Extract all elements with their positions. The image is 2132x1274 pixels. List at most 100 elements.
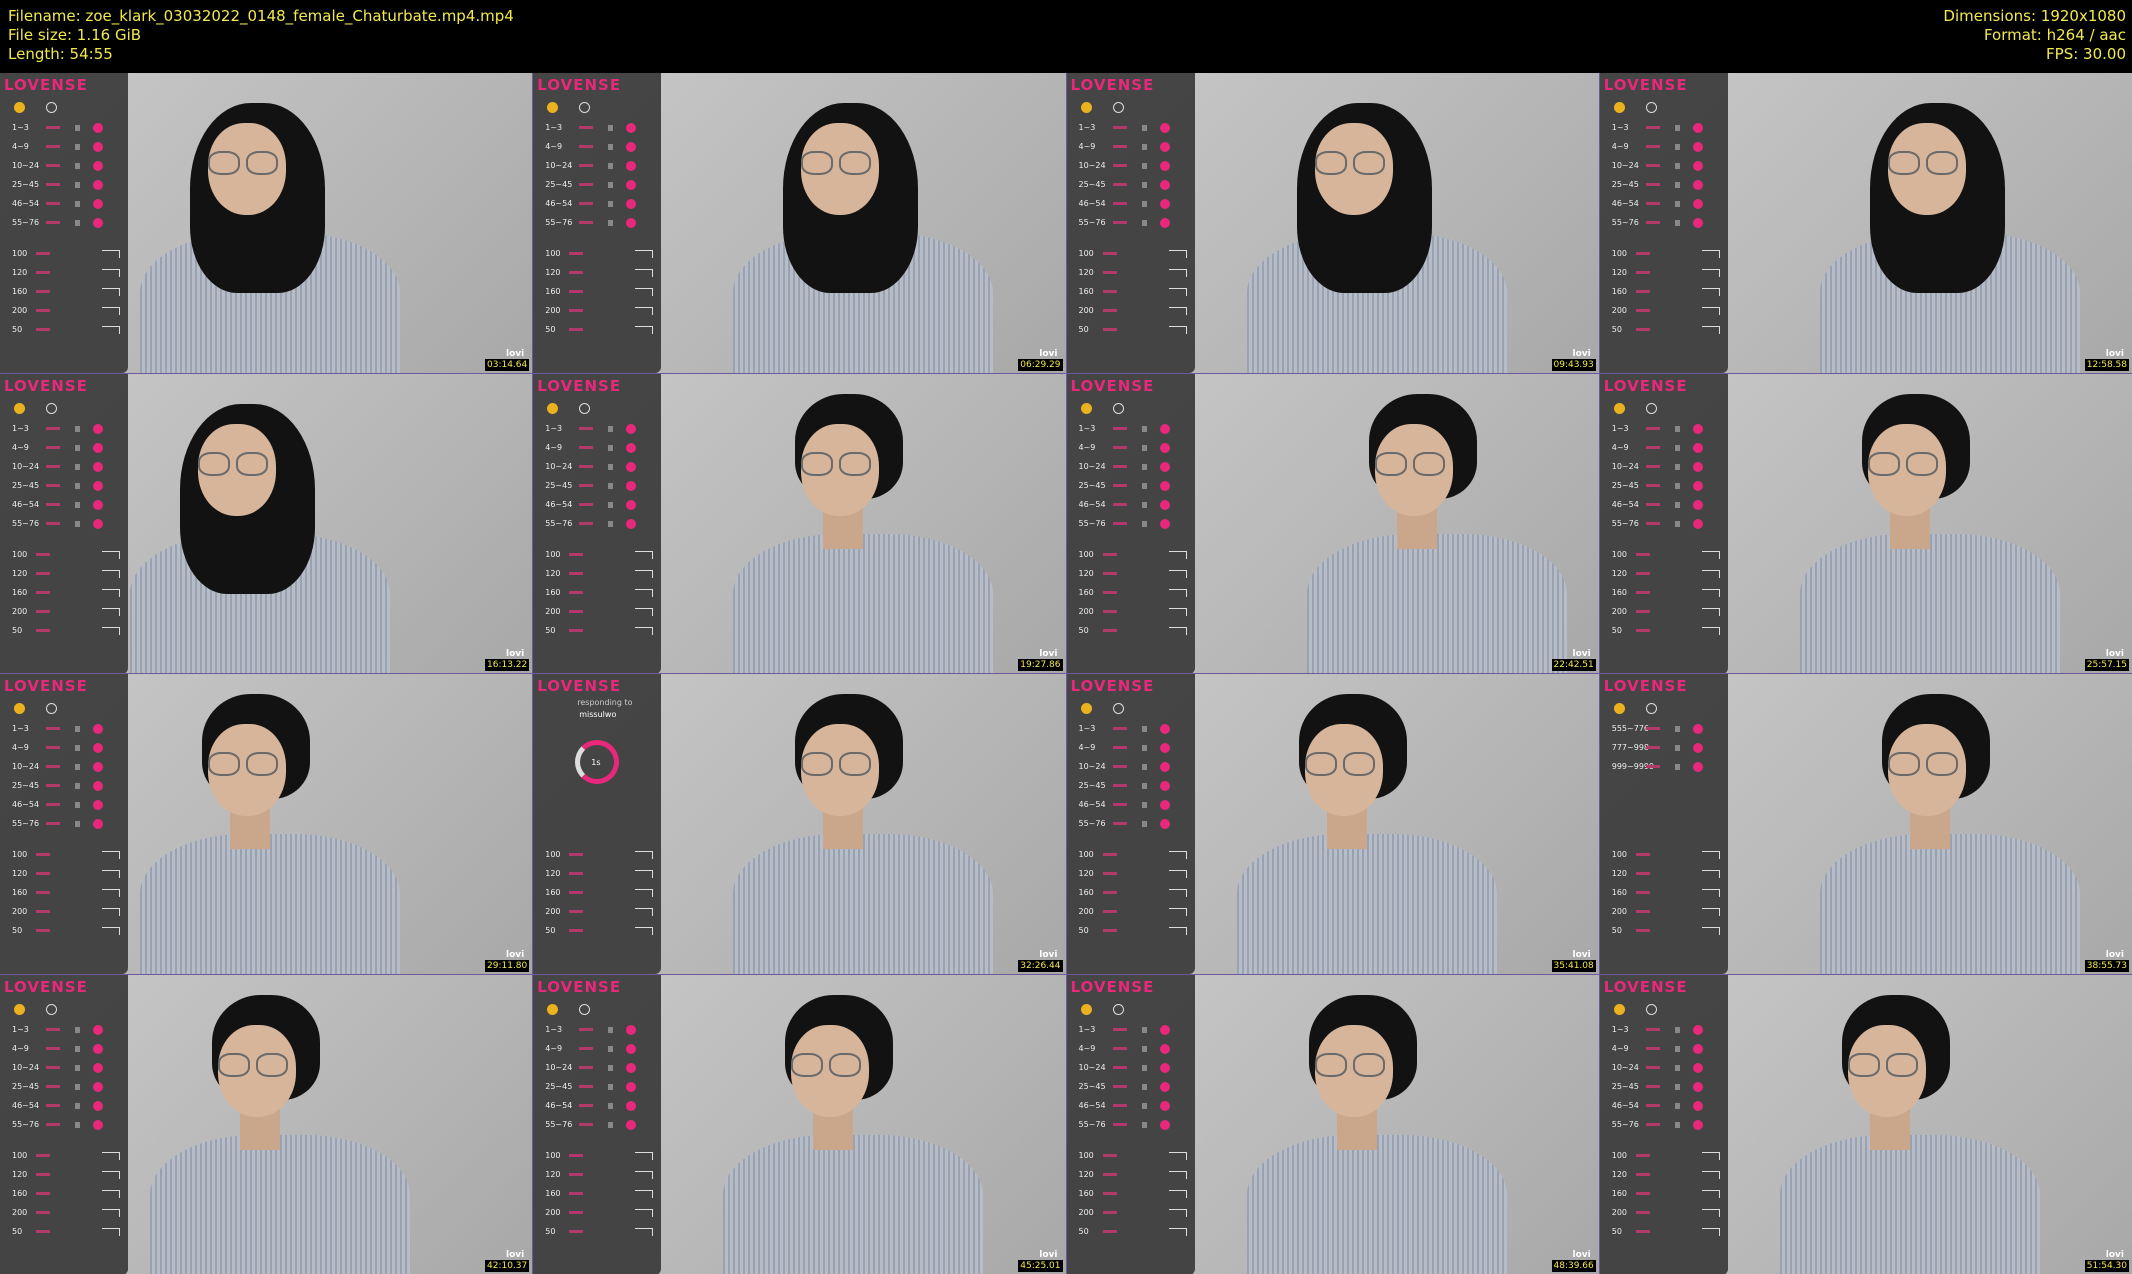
shirt xyxy=(140,834,400,974)
pattern-row: 50 xyxy=(533,323,661,337)
level-value xyxy=(46,765,60,768)
level-value xyxy=(1645,1065,1660,1069)
level-value xyxy=(46,822,60,825)
level-label: 1~3 xyxy=(12,123,29,132)
video-thumbnail[interactable]: LOVENSE 1~3 4~9 10~24 25~45 46~54 55~76 100 120 1… xyxy=(0,674,533,974)
pattern-value xyxy=(36,290,50,293)
pattern-row: 160 xyxy=(1600,285,1728,299)
level-label: 1~3 xyxy=(1078,123,1096,132)
video-thumbnail[interactable]: LOVENSE 1~3 4~9 10~24 25~45 46~54 55~76 100 120 1… xyxy=(1599,73,2132,373)
pattern-wave-icon xyxy=(102,550,120,559)
pattern-wave-icon xyxy=(102,626,120,635)
pattern-value xyxy=(36,252,50,255)
level-row: 1~3 xyxy=(1067,422,1195,436)
level-label: 25~45 xyxy=(545,1081,573,1091)
video-thumbnail[interactable]: LOVENSE 1~3 4~9 10~24 25~45 46~54 55~76 100 120 1… xyxy=(1066,73,1599,373)
video-thumbnail[interactable]: LOVENSE 1~3 4~9 10~24 25~45 46~54 55~76 100 120 1… xyxy=(1066,974,1599,1274)
level-label: 1~3 xyxy=(1611,423,1629,433)
pattern-label: 50 xyxy=(1078,325,1089,334)
video-info: Dimensions: 1920x1080 Format: h264 / aac… xyxy=(1943,7,2126,64)
lovense-panel: LOVENSE 1~3 4~9 10~24 25~45 46~54 55~76 100 120 1… xyxy=(533,974,662,1274)
pattern-row: 160 xyxy=(0,586,128,600)
video-thumbnail[interactable]: LOVENSE 1~3 4~9 10~24 25~45 46~54 55~76 100 120 1… xyxy=(533,73,1066,373)
vibe-icon xyxy=(1159,123,1170,133)
video-thumbnail[interactable]: LOVENSE 1~3 4~9 10~24 25~45 46~54 55~76 100 120 1… xyxy=(0,373,533,673)
pattern-wave-icon xyxy=(1701,1227,1720,1236)
video-thumbnail[interactable]: LOVENSE 1~3 4~9 10~24 25~45 46~54 55~76 100 120 1… xyxy=(533,373,1066,673)
vibe-icon xyxy=(93,142,103,152)
vibe-icon xyxy=(1692,161,1703,171)
pattern-value xyxy=(1635,271,1650,274)
level-value xyxy=(1112,727,1127,730)
person-figure xyxy=(1246,73,1517,373)
pattern-wave-icon xyxy=(102,1227,120,1236)
lovense-logo: LOVENSE xyxy=(537,677,622,695)
level-duration xyxy=(608,220,614,226)
level-label: 55~76 xyxy=(12,218,40,227)
video-thumbnail[interactable]: LOVENSE 1~3 4~9 10~24 25~45 46~54 55~76 100 120 1… xyxy=(0,974,533,1274)
video-thumbnail[interactable]: LOVENSE 1~3 4~9 10~24 25~45 46~54 55~76 100 120 1… xyxy=(0,73,533,373)
level-label: 25~45 xyxy=(1078,781,1106,790)
pattern-row: 200 xyxy=(1600,605,1728,619)
pattern-label: 50 xyxy=(545,1226,556,1236)
pattern-row: 120 xyxy=(1600,567,1728,581)
lovense-panel: LOVENSE 1~3 4~9 10~24 25~45 46~54 55~76 100 120 1… xyxy=(533,373,662,673)
level-duration xyxy=(1674,182,1680,188)
level-label: 55~76 xyxy=(1611,218,1639,227)
vibe-icon xyxy=(1159,1043,1170,1054)
pattern-value xyxy=(1102,609,1117,613)
level-label: 46~54 xyxy=(1611,199,1639,208)
pattern-row: 200 xyxy=(1067,905,1195,919)
level-duration xyxy=(1141,520,1147,527)
level-label: 1~3 xyxy=(1078,724,1096,733)
vibe-icon xyxy=(93,442,103,453)
person-figure xyxy=(1246,975,1517,1274)
level-row: 777~998 xyxy=(1600,741,1728,755)
level-duration xyxy=(75,501,80,508)
pattern-value xyxy=(569,853,584,856)
vibe-icon xyxy=(626,142,637,152)
level-duration xyxy=(1674,1064,1680,1071)
coin-icon xyxy=(1080,402,1092,414)
pattern-wave-icon xyxy=(102,927,120,935)
glasses xyxy=(236,451,268,476)
pattern-value xyxy=(569,590,584,594)
level-value xyxy=(579,221,594,224)
video-thumbnail[interactable]: LOVENSE 555~776 777~998 999~9999 100 120 160 20… xyxy=(1599,674,2132,974)
glasses xyxy=(198,451,230,476)
vibe-icon xyxy=(1692,743,1703,753)
pattern-value xyxy=(1635,1153,1650,1157)
pattern-row: 120 xyxy=(0,567,128,581)
level-label: 25~45 xyxy=(1611,1081,1639,1091)
level-duration xyxy=(75,1121,80,1128)
video-thumbnail[interactable]: LOVENSE 1~3 4~9 10~24 25~45 46~54 55~76 100 120 1… xyxy=(533,974,1066,1274)
pattern-label: 100 xyxy=(1078,549,1094,559)
pattern-label: 120 xyxy=(12,1169,28,1179)
video-thumbnail[interactable]: LOVENSE 1~3 4~9 10~24 25~45 46~54 55~76 100 120 1… xyxy=(1066,373,1599,673)
pattern-row: 160 xyxy=(533,1187,661,1201)
level-row: 1~3 xyxy=(1600,121,1728,135)
pattern-wave-icon xyxy=(102,1208,120,1217)
vibe-icon xyxy=(1159,180,1170,190)
clock-icon xyxy=(1112,703,1124,714)
pattern-label: 100 xyxy=(1611,249,1628,258)
level-value xyxy=(1645,445,1660,449)
level-duration xyxy=(1674,125,1680,131)
timestamp-label: 45:25.01 xyxy=(1018,1260,1063,1272)
pattern-wave-icon xyxy=(1701,851,1720,859)
level-label: 10~24 xyxy=(1611,1062,1639,1072)
pattern-value xyxy=(1635,1229,1650,1233)
video-thumbnail[interactable]: LOVENSE 1~3 4~9 10~24 25~45 46~54 55~76 100 120 1… xyxy=(1066,674,1599,974)
video-thumbnail[interactable]: LOVENSE 1~3 4~9 10~24 25~45 46~54 55~76 100 120 1… xyxy=(1599,373,2132,673)
pattern-row: 120 xyxy=(1600,867,1728,881)
level-row: 4~9 xyxy=(1600,140,1728,154)
clock-icon xyxy=(1645,102,1657,113)
glasses xyxy=(1905,451,1938,476)
pattern-wave-icon xyxy=(102,307,120,315)
level-value xyxy=(1112,164,1127,167)
video-thumbnail[interactable]: LOVENSE responding to missulwo 1s 100 120 160 2… xyxy=(533,674,1066,974)
video-thumbnail[interactable]: LOVENSE 1~3 4~9 10~24 25~45 46~54 55~76 100 120 1… xyxy=(1599,974,2132,1274)
level-row: 46~54 xyxy=(1067,498,1195,512)
level-row: 10~24 xyxy=(1067,460,1195,474)
person-figure xyxy=(733,374,1003,673)
